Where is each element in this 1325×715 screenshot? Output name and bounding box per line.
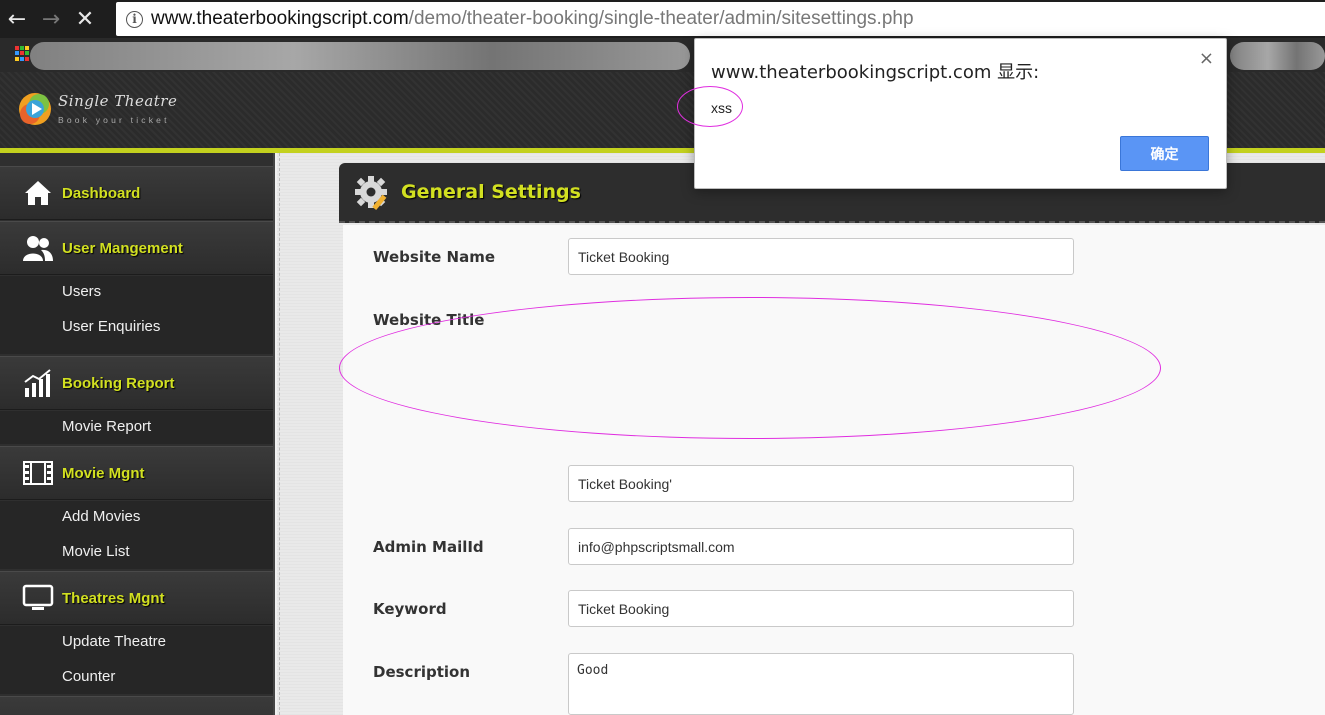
sidebar-subitem-update-theatre[interactable]: Update Theatre (62, 633, 166, 650)
sidebar-item-booking-report[interactable]: Booking Report (0, 356, 273, 410)
sidebar-item-label: Theatres Mgnt (62, 589, 165, 607)
home-icon (20, 178, 56, 208)
redacted-bookmarks (1230, 42, 1325, 70)
film-icon (20, 458, 56, 488)
stop-loading-icon[interactable]: ✕ (68, 0, 102, 38)
settings-gear-icon (355, 176, 387, 211)
partial-icon (20, 708, 56, 715)
logo-title: Single Theatre (58, 92, 178, 110)
website-title-input[interactable] (568, 465, 1074, 502)
ok-button[interactable]: 确定 (1120, 136, 1209, 171)
sidebar-item-label: User Mangement (62, 239, 183, 257)
logo-tagline: Book your ticket (58, 115, 170, 125)
sidebar-item-theatres-mgnt[interactable]: Theatres Mgnt (0, 571, 273, 625)
sidebar-item-more[interactable] (0, 696, 273, 715)
close-icon[interactable]: × (1199, 48, 1214, 69)
sidebar-item-movie-mgnt[interactable]: Movie Mgnt (0, 446, 273, 500)
sidebar-item-dashboard[interactable]: Dashboard (0, 166, 273, 220)
dialog-message: xss (711, 100, 732, 116)
sidebar-item-label: Booking Report (62, 374, 175, 392)
sidebar-item-label: Movie Mgnt (62, 464, 145, 482)
redacted-bookmarks (30, 42, 690, 70)
sidebar-item-label: Dashboard (62, 184, 141, 202)
admin-mail-label: Admin MailId (373, 538, 484, 556)
sidebar-item-user-management[interactable]: User Mangement (0, 221, 273, 275)
website-name-input[interactable] (568, 238, 1074, 275)
url-path: /demo/theater-booking/single-theater/adm… (408, 8, 914, 29)
sidebar-subitem-movie-list[interactable]: Movie List (62, 543, 130, 560)
website-title-label: Website Title (373, 311, 485, 329)
back-arrow-icon[interactable]: ← (0, 0, 34, 38)
keyword-label: Keyword (373, 600, 447, 618)
dialog-title: www.theaterbookingscript.com 显示: (711, 62, 1040, 83)
logo-icon (19, 93, 51, 125)
website-name-label: Website Name (373, 248, 496, 266)
keyword-input[interactable] (568, 590, 1074, 627)
url-host: www.theaterbookingscript.com (151, 8, 409, 29)
forward-arrow-icon[interactable]: → (34, 0, 68, 38)
admin-mail-input[interactable] (568, 528, 1074, 565)
panel-title: General Settings (401, 181, 581, 203)
submenu-user-management (0, 276, 273, 354)
sidebar-subitem-user-enquiries[interactable]: User Enquiries (62, 318, 160, 335)
monitor-icon (20, 583, 56, 613)
sidebar-subitem-users[interactable]: Users (62, 283, 101, 300)
divider (279, 153, 280, 715)
description-label: Description (373, 663, 471, 681)
info-icon[interactable]: i (126, 10, 143, 28)
users-icon (20, 233, 56, 263)
sidebar-subitem-movie-report[interactable]: Movie Report (62, 418, 151, 435)
address-bar[interactable]: i www.theaterbookingscript.com/demo/thea… (116, 2, 1325, 36)
bar-chart-icon (20, 368, 56, 398)
sidebar-subitem-counter[interactable]: Counter (62, 668, 115, 685)
alert-dialog: www.theaterbookingscript.com 显示: × xss 确… (694, 38, 1227, 189)
sidebar-subitem-add-movies[interactable]: Add Movies (62, 508, 140, 525)
description-textarea[interactable]: Good (568, 653, 1074, 715)
apps-icon[interactable] (15, 46, 30, 61)
